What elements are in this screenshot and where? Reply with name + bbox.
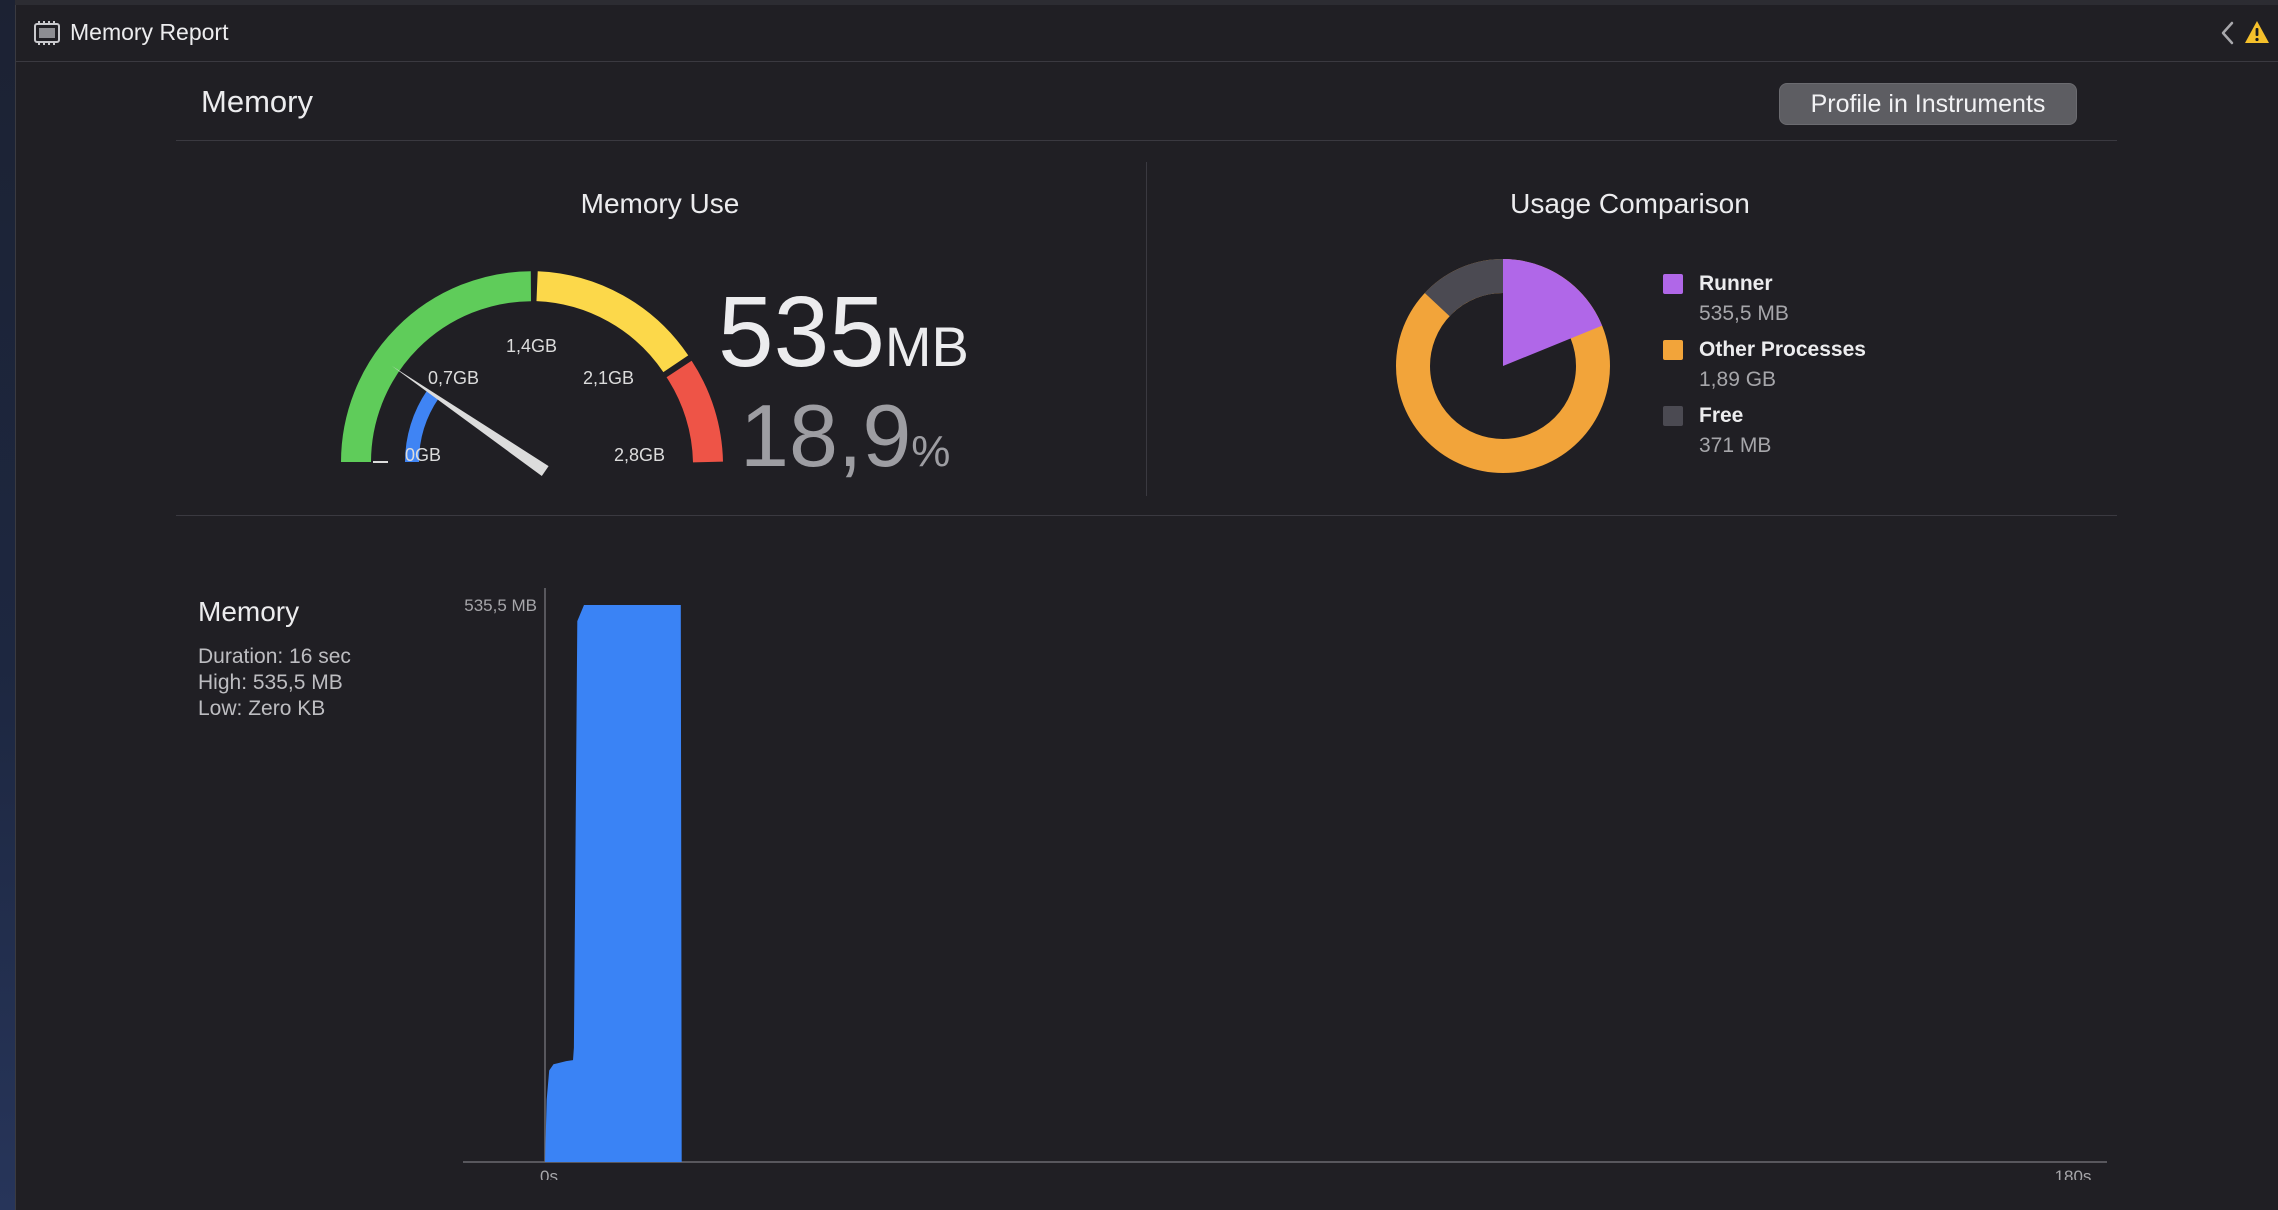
profile-in-instruments-button[interactable]: Profile in Instruments xyxy=(1779,83,2077,125)
gauge-label-3: 2,1GB xyxy=(583,368,634,388)
donut-free-segment xyxy=(1424,259,1504,317)
memory-chip-icon xyxy=(32,19,62,52)
legend-swatch-runner xyxy=(1663,274,1683,294)
gauge-segment-yellow xyxy=(536,271,689,373)
memory-area-series xyxy=(545,605,682,1162)
window-edge-left xyxy=(0,0,15,1210)
x-axis-end-label: 180s xyxy=(2055,1167,2092,1180)
gauge-label-2: 1,4GB xyxy=(506,336,557,356)
legend-value: 371 MB xyxy=(1699,434,1772,457)
panel-divider xyxy=(1146,162,1147,496)
memory-percent-number: 18,9 xyxy=(740,386,912,485)
memory-value-unit: MB xyxy=(884,315,969,378)
chevron-left-icon[interactable] xyxy=(2218,19,2236,52)
y-axis-max-label: 535,5 MB xyxy=(464,596,537,615)
legend-name: Other Processes xyxy=(1699,338,1866,361)
legend-swatch-free xyxy=(1663,406,1683,426)
stat-high: High: 535,5 MB xyxy=(198,671,343,694)
memory-use-title: Memory Use xyxy=(580,188,740,219)
memory-percent: 18,9% xyxy=(740,385,950,487)
gauge-segment-red xyxy=(666,360,723,463)
memory-timeline-chart: 535,5 MB 0s 180s xyxy=(440,580,2130,1186)
header-divider xyxy=(176,140,2117,141)
legend-value: 1,89 GB xyxy=(1699,368,1777,391)
window-edge-divider xyxy=(15,0,16,1210)
legend-value: 535,5 MB xyxy=(1699,302,1789,325)
gauge-label-4: 2,8GB xyxy=(614,445,665,465)
memory-value: 535MB xyxy=(718,275,969,390)
legend-swatch-other-processes xyxy=(1663,340,1683,360)
warning-icon[interactable] xyxy=(2244,19,2270,50)
gauge-label-0: 0GB xyxy=(405,445,441,465)
stat-duration: Duration: 16 sec xyxy=(198,645,351,668)
memory-percent-unit: % xyxy=(911,427,951,476)
legend-name: Free xyxy=(1699,404,1744,427)
memory-value-number: 535 xyxy=(718,276,885,388)
x-axis-start-label: 0s xyxy=(540,1167,558,1180)
stat-low: Low: Zero KB xyxy=(198,697,326,720)
legend-name: Runner xyxy=(1699,272,1773,295)
memory-gauge: 0GB 0,7GB 1,4GB 2,1GB 2,8GB xyxy=(340,270,740,485)
memory-stats-title: Memory xyxy=(198,596,300,627)
window-title: Memory Report xyxy=(70,19,229,45)
gauge-label-1: 0,7GB xyxy=(428,368,479,388)
editor-title-bar: Memory Report xyxy=(16,5,2278,62)
usage-comparison-title: Usage Comparison xyxy=(1510,188,1750,219)
section-divider xyxy=(176,515,2117,516)
section-title: Memory xyxy=(201,84,313,119)
